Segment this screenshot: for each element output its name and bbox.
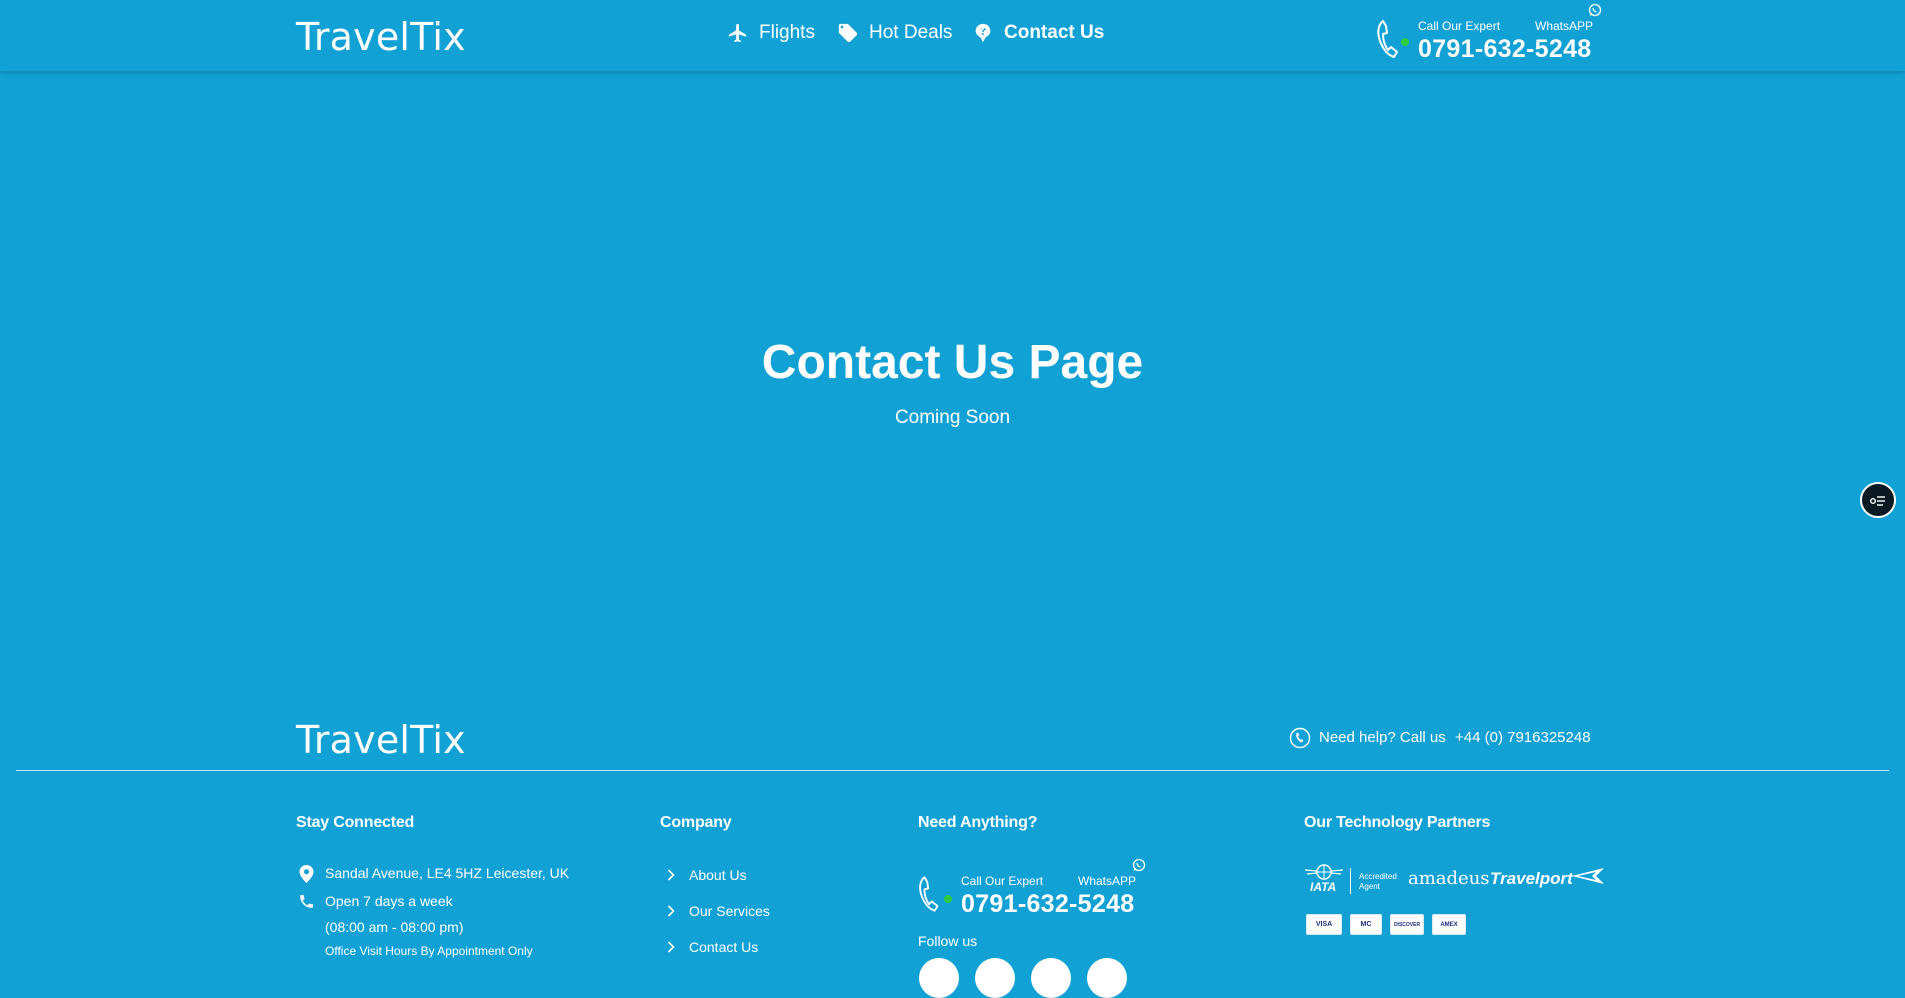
- nav-flights[interactable]: Flights: [727, 22, 815, 44]
- whatsapp-icon[interactable]: [1588, 3, 1602, 22]
- travelport-wing-icon: [1570, 866, 1606, 891]
- social-instagram-button[interactable]: [1031, 958, 1071, 998]
- footer-online-indicator: [944, 895, 952, 903]
- open-days-text: Open 7 days a week: [325, 893, 453, 909]
- page-title: Contact Us Page: [761, 336, 1144, 389]
- footer-link-our-services[interactable]: Our Services: [667, 903, 770, 919]
- nav-hot-deals[interactable]: Hot Deals: [837, 22, 952, 44]
- payment-cards: VISA MC DISCOVER AMEX: [1306, 914, 1466, 935]
- nav-contact-us-label: Contact Us: [1004, 22, 1105, 43]
- footer-divider: [16, 770, 1889, 771]
- question-bubble-icon: [975, 23, 991, 43]
- whatsapp-label: WhatsAPP: [1535, 19, 1594, 33]
- company-title: Company: [660, 814, 732, 831]
- address-text: Sandal Avenue, LE4 5HZ Leicester, UK: [325, 865, 570, 881]
- accredited-label: Accredited: [1359, 872, 1397, 881]
- footer-call-expert-label: Call Our Expert: [961, 874, 1044, 888]
- site-logo[interactable]: TravelTix: [296, 15, 466, 59]
- help-phone[interactable]: +44 (0) 7916325248: [1455, 729, 1591, 746]
- partner-separator: [1350, 868, 1351, 894]
- amadeus-logo: amadeus: [1408, 868, 1490, 889]
- social-twitter-button[interactable]: [975, 958, 1015, 998]
- nav-flights-label: Flights: [759, 22, 815, 43]
- office-visit-text: Office Visit Hours By Appointment Only: [325, 944, 533, 958]
- footer-link-label: Contact Us: [689, 939, 759, 955]
- iata-logo: IATA: [1304, 864, 1344, 894]
- mastercard-card-icon: MC: [1350, 914, 1382, 935]
- stay-connected-title: Stay Connected: [296, 814, 415, 831]
- phone-handset-icon: [919, 876, 939, 912]
- chevron-right-icon: [667, 941, 675, 953]
- footer-link-label: Our Services: [689, 903, 770, 919]
- chevron-right-icon: [667, 905, 675, 917]
- footer-whatsapp-icon[interactable]: [1132, 858, 1146, 877]
- amex-card-icon: AMEX: [1432, 914, 1466, 935]
- call-expert-label: Call Our Expert: [1418, 19, 1501, 33]
- footer-whatsapp-label: WhatsAPP: [1078, 874, 1137, 888]
- header-phone-number[interactable]: 0791-632-5248: [1418, 35, 1592, 64]
- footer-phone-number[interactable]: 0791-632-5248: [961, 890, 1135, 919]
- partners-title: Our Technology Partners: [1304, 814, 1491, 831]
- footer-link-contact-us[interactable]: Contact Us: [667, 939, 758, 955]
- iata-text: IATA: [1310, 880, 1337, 894]
- chevron-right-icon: [667, 869, 675, 881]
- help-label: Need help? Call us: [1319, 729, 1446, 746]
- phone-handset-icon: [1377, 20, 1398, 58]
- phone-icon: [298, 893, 315, 915]
- social-youtube-button[interactable]: [1087, 958, 1127, 998]
- footer-phone-handset[interactable]: [917, 874, 943, 919]
- footer-link-label: About Us: [689, 867, 747, 883]
- visa-card-icon: VISA: [1306, 914, 1342, 935]
- agent-label: Agent: [1359, 882, 1380, 891]
- follow-us-label: Follow us: [918, 933, 978, 949]
- accredited-agent-text: Accredited Agent: [1359, 872, 1397, 892]
- page-subtitle: Coming Soon: [894, 407, 1011, 428]
- filter-toggle-icon: [1870, 496, 1885, 506]
- social-facebook-button[interactable]: [919, 958, 959, 998]
- header-phone-icon[interactable]: [1375, 19, 1403, 64]
- location-pin-icon: [299, 865, 314, 888]
- nav-hot-deals-label: Hot Deals: [869, 22, 953, 43]
- iata-globe-icon: [1304, 864, 1344, 880]
- airplane-icon: [728, 23, 747, 43]
- open-hours-text: (08:00 am - 08:00 pm): [325, 919, 464, 935]
- floating-menu-button[interactable]: [1860, 482, 1896, 518]
- online-indicator: [1401, 38, 1409, 46]
- site-header: TravelTix Flights Hot Deals Contact Us C…: [0, 0, 1905, 71]
- travelport-logo: Travelport: [1490, 869, 1573, 888]
- footer-link-about-us[interactable]: About Us: [667, 867, 747, 883]
- footer-logo[interactable]: TravelTix: [296, 718, 466, 762]
- need-anything-title: Need Anything?: [918, 814, 1038, 831]
- nav-contact-us[interactable]: Contact Us: [972, 22, 1104, 44]
- tag-icon: [838, 23, 858, 43]
- footer-phone-circle-icon: [1289, 727, 1311, 754]
- discover-card-icon: DISCOVER: [1390, 914, 1424, 935]
